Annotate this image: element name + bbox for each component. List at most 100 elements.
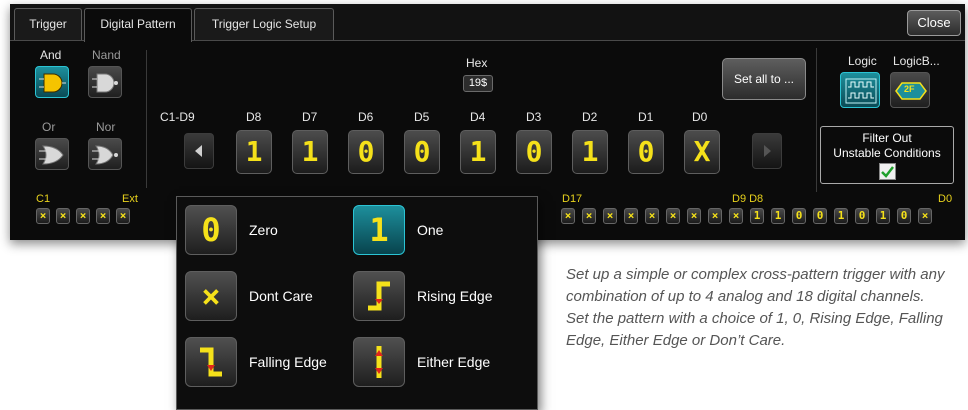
bit-d2-button[interactable]: 1 — [572, 130, 608, 174]
tab-trigger-logic-setup[interactable]: Trigger Logic Setup — [194, 8, 334, 40]
analog-start-label: C1 — [36, 193, 51, 205]
falling-edge-option-label: Falling Edge — [249, 354, 327, 370]
caption-text: Set up a simple or complex cross-pattern… — [566, 266, 945, 349]
nor-gate-button[interactable] — [88, 138, 122, 170]
analog-channel-chip[interactable]: × — [96, 208, 110, 224]
logic-label: Logic — [848, 54, 877, 68]
tab-trigger[interactable]: Trigger — [14, 8, 82, 40]
nand-gate-icon — [92, 73, 118, 93]
digital-channel-chip[interactable]: × — [582, 208, 596, 224]
digital-channel-chip[interactable]: × — [645, 208, 659, 224]
either-edge-option-button[interactable] — [353, 337, 405, 387]
digital-channel-chip[interactable]: × — [603, 208, 617, 224]
falling-edge-icon — [200, 347, 222, 377]
bit-label-d7: D7 — [302, 110, 318, 124]
bit-label-d6: D6 — [358, 110, 374, 124]
hex-label: Hex — [466, 56, 488, 70]
scroll-right-button[interactable] — [752, 133, 782, 169]
bit-label-d2: D2 — [582, 110, 598, 124]
digital-channel-chip[interactable]: × — [729, 208, 743, 224]
and-gate-icon — [39, 73, 66, 93]
zero-option-label: Zero — [249, 222, 278, 238]
bit-d1-button[interactable]: 0 — [628, 130, 664, 174]
digital-channel-chip[interactable]: 0 — [813, 208, 827, 224]
bit-d4-button[interactable]: 1 — [460, 130, 496, 174]
rising-edge-option-label: Rising Edge — [417, 288, 493, 304]
scroll-left-button[interactable] — [184, 133, 214, 169]
digital-channel-chip[interactable]: 0 — [792, 208, 806, 224]
analog-channel-chip[interactable]: × — [116, 208, 130, 224]
digital-end-label: D0 — [938, 193, 953, 205]
bit-d0-button[interactable]: X — [684, 130, 720, 174]
digital-mid-label: D9 D8 — [732, 193, 764, 205]
bit-label-d8: D8 — [246, 110, 262, 124]
analog-channel-chip[interactable]: × — [76, 208, 90, 224]
divider — [146, 50, 147, 188]
falling-edge-option-button[interactable] — [185, 337, 237, 387]
logicbus-label: LogicB... — [893, 54, 940, 68]
bit-label-d0: D0 — [692, 110, 708, 124]
divider — [816, 48, 817, 192]
digital-channel-chip[interactable]: × — [918, 208, 932, 224]
bit-d7-button[interactable]: 1 — [292, 130, 328, 174]
either-edge-option-label: Either Edge — [417, 354, 491, 370]
logic-button[interactable] — [840, 72, 880, 108]
digital-channel-chip[interactable]: 0 — [855, 208, 869, 224]
bit-d5-button[interactable]: 0 — [404, 130, 440, 174]
hex-value[interactable]: 19$ — [463, 75, 493, 92]
digital-channel-chip[interactable]: 1 — [876, 208, 890, 224]
nand-label: Nand — [92, 48, 121, 62]
nor-gate-icon — [92, 145, 118, 165]
dont-care-option-label: Dont Care — [249, 288, 313, 304]
analog-channel-chip[interactable]: × — [56, 208, 70, 224]
rising-edge-option-button[interactable] — [353, 271, 405, 321]
tab-digital-pattern[interactable]: Digital Pattern — [84, 8, 192, 42]
digital-channel-chip[interactable]: × — [687, 208, 701, 224]
pattern-options-popup: 0 Zero 1 One × Dont Care Rising Edge Fal… — [176, 196, 538, 410]
or-gate-button[interactable] — [35, 138, 69, 170]
or-gate-icon — [39, 145, 64, 165]
bit-d8-button[interactable]: 1 — [236, 130, 272, 174]
filter-label-line1: Filter Out — [862, 131, 912, 145]
bit-d6-button[interactable]: 0 — [348, 130, 384, 174]
bit-label-d1: D1 — [638, 110, 654, 124]
tab-bar: Trigger Digital Pattern Trigger Logic Se… — [10, 4, 965, 42]
and-label: And — [40, 48, 62, 62]
and-gate-button[interactable] — [35, 66, 69, 98]
one-option-button[interactable]: 1 — [353, 205, 405, 255]
nand-gate-button[interactable] — [88, 66, 122, 98]
bit-label-d3: D3 — [526, 110, 542, 124]
checkbox[interactable] — [879, 163, 896, 180]
digital-channel-chip[interactable]: 1 — [771, 208, 785, 224]
digital-channel-chip[interactable]: 1 — [834, 208, 848, 224]
filter-label-line2: Unstable Conditions — [833, 146, 941, 160]
filter-unstable-checkbox[interactable]: Filter Out Unstable Conditions — [820, 126, 954, 184]
either-edge-icon — [375, 346, 383, 378]
waveform-icon — [845, 78, 877, 104]
set-all-button[interactable]: Set all to ... — [722, 58, 806, 100]
or-label: Or — [42, 120, 56, 134]
dont-care-option-button[interactable]: × — [185, 271, 237, 321]
close-button[interactable]: Close — [907, 10, 961, 36]
zero-option-button[interactable]: 0 — [185, 205, 237, 255]
digital-start-label: D17 — [562, 193, 583, 205]
digital-channel-chip[interactable]: × — [666, 208, 680, 224]
digital-channel-chip[interactable]: × — [708, 208, 722, 224]
bit-label-d4: D4 — [470, 110, 486, 124]
digital-channel-chip[interactable]: × — [561, 208, 575, 224]
bus-badge: 2F — [904, 84, 915, 94]
arrow-right-icon — [764, 145, 771, 157]
rising-edge-icon — [368, 281, 390, 311]
logic-bus-button[interactable]: 2F — [890, 72, 930, 108]
arrow-left-icon — [195, 145, 202, 157]
digital-channel-chip[interactable]: 0 — [897, 208, 911, 224]
digital-channel-chip[interactable]: 1 — [750, 208, 764, 224]
analog-channel-chip[interactable]: × — [36, 208, 50, 224]
checkmark-icon — [881, 166, 894, 178]
group-label: C1-D9 — [160, 110, 195, 124]
analog-end-label: Ext — [122, 193, 138, 205]
one-option-label: One — [417, 222, 444, 238]
bit-d3-button[interactable]: 0 — [516, 130, 552, 174]
digital-channel-chip[interactable]: × — [624, 208, 638, 224]
nor-label: Nor — [96, 120, 116, 134]
